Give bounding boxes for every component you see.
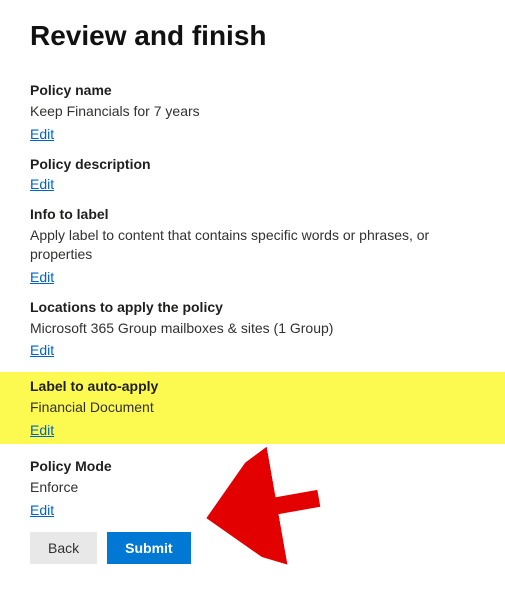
section-value: Enforce: [30, 478, 495, 498]
button-row: Back Submit: [30, 532, 505, 564]
review-section: Policy description Edit: [30, 156, 505, 192]
edit-link[interactable]: Edit: [30, 502, 54, 518]
section-heading: Label to auto-apply: [30, 378, 495, 394]
review-section: Label to auto-apply Financial Document Edi…: [0, 372, 505, 444]
sections-list: Policy name Keep Financials for 7 years Ed…: [30, 82, 505, 518]
section-value: Financial Document: [30, 398, 495, 418]
section-heading: Policy description: [30, 156, 495, 172]
section-value: Apply label to content that contains spe…: [30, 226, 495, 265]
submit-button[interactable]: Submit: [107, 532, 190, 564]
section-heading: Policy Mode: [30, 458, 495, 474]
edit-link[interactable]: Edit: [30, 269, 54, 285]
section-heading: Policy name: [30, 82, 495, 98]
section-heading: Locations to apply the policy: [30, 299, 495, 315]
review-section: Policy name Keep Financials for 7 years Ed…: [30, 82, 505, 142]
review-and-finish-page: Review and finish Policy name Keep Financ…: [0, 0, 505, 594]
section-heading: Info to label: [30, 206, 495, 222]
page-title: Review and finish: [30, 20, 505, 52]
edit-link[interactable]: Edit: [30, 422, 54, 438]
review-section: Locations to apply the policy Microsoft 3…: [30, 299, 505, 359]
section-value: Keep Financials for 7 years: [30, 102, 495, 122]
section-value: Microsoft 365 Group mailboxes & sites (1…: [30, 319, 495, 339]
edit-link[interactable]: Edit: [30, 126, 54, 142]
review-section: Policy Mode Enforce Edit: [30, 458, 505, 518]
edit-link[interactable]: Edit: [30, 342, 54, 358]
back-button[interactable]: Back: [30, 532, 97, 564]
review-section: Info to label Apply label to content that…: [30, 206, 505, 285]
edit-link[interactable]: Edit: [30, 176, 54, 192]
